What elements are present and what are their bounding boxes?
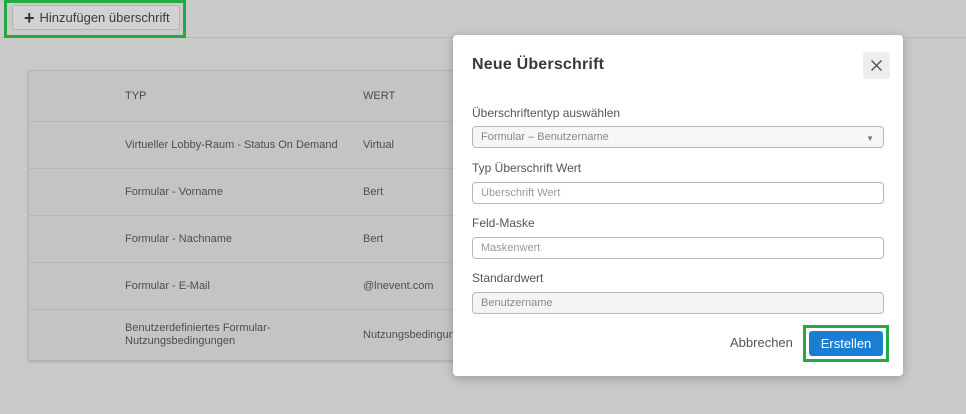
value-label: Typ Überschrift Wert [472, 161, 582, 175]
heading-type-select[interactable]: Formular – Benutzername ▼ [472, 126, 884, 148]
column-header-typ: TYP [125, 89, 147, 102]
close-icon [871, 60, 882, 71]
cell-typ: Benutzerdefiniertes Formular-Nutzungsbed… [125, 322, 271, 347]
cell-typ: Formular - Vorname [125, 185, 223, 198]
top-toolbar: + Hinzufügen überschrift [0, 0, 966, 38]
headings-table: TYP WERT Virtueller Lobby-Raum - Status … [28, 70, 488, 361]
create-button[interactable]: Erstellen [809, 331, 883, 356]
table-row[interactable]: Virtueller Lobby-Raum - Status On Demand… [29, 122, 487, 169]
cell-typ: Formular - Nachname [125, 232, 232, 245]
table-row[interactable]: Formular - Nachname Bert [29, 216, 487, 263]
mask-label: Feld-Maske [472, 216, 535, 230]
heading-value-input[interactable] [472, 182, 884, 204]
plus-icon: + [24, 7, 35, 28]
cell-typ: Formular - E-Mail [125, 279, 210, 292]
dialog-title: Neue Überschrift [472, 56, 605, 73]
new-heading-dialog: Neue Überschrift Überschriftentyp auswäh… [453, 35, 903, 376]
cancel-button[interactable]: Abbrechen [730, 335, 793, 350]
mask-input[interactable] [472, 237, 884, 259]
heading-type-value: Formular – Benutzername [481, 131, 609, 143]
table-row[interactable]: Formular - Vorname Bert [29, 169, 487, 216]
chevron-down-icon: ▼ [866, 134, 874, 143]
table-row[interactable]: Benutzerdefiniertes Formular-Nutzungsbed… [29, 310, 487, 360]
cell-typ: Virtueller Lobby-Raum - Status On Demand [125, 138, 338, 151]
default-value-label: Standardwert [472, 271, 544, 285]
add-heading-button[interactable]: + Hinzufügen überschrift [12, 5, 180, 30]
heading-type-label: Überschriftentyp auswählen [472, 106, 621, 120]
table-header: TYP WERT [29, 71, 487, 122]
default-value-text: Benutzername [481, 297, 553, 309]
table-row[interactable]: Formular - E-Mail @lnevent.com [29, 263, 487, 310]
close-button[interactable] [863, 52, 890, 79]
default-value-field[interactable]: Benutzername [472, 292, 884, 314]
add-heading-label: Hinzufügen überschrift [39, 10, 170, 25]
